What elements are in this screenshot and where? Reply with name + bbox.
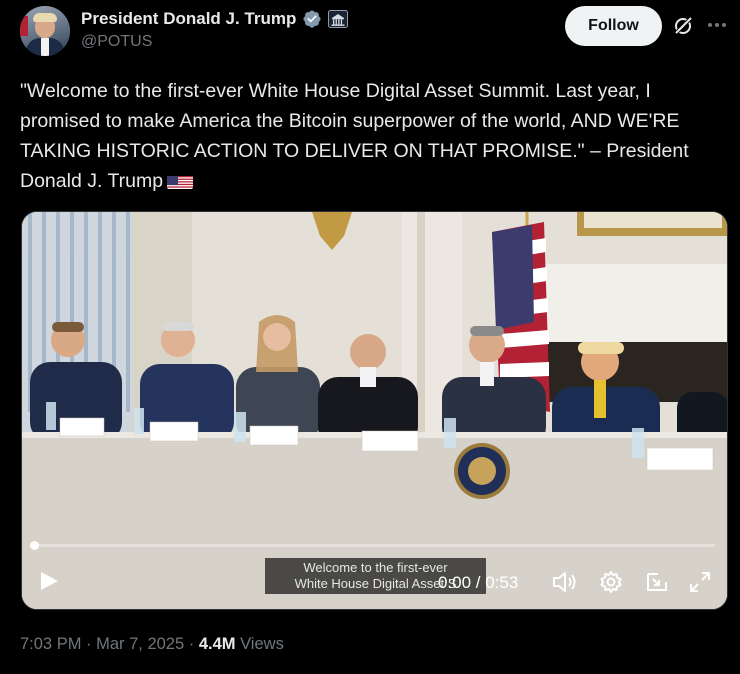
views-label: Views (235, 635, 284, 653)
settings-gear-icon[interactable] (599, 570, 623, 594)
display-name[interactable]: President Donald J. Trump (81, 9, 296, 29)
follow-button[interactable]: Follow (565, 6, 662, 46)
tweet-text-body: "Welcome to the first-ever White House D… (20, 80, 695, 192)
progress-handle[interactable] (30, 541, 39, 550)
fullscreen-icon[interactable] (688, 570, 712, 594)
picture-in-picture-icon[interactable] (645, 570, 669, 594)
timestamp[interactable]: 7:03 PM · Mar 7, 2025 · (20, 635, 199, 653)
tweet-meta: 7:03 PM · Mar 7, 2025 · 4.4M Views (20, 635, 284, 654)
views-count: 4.4M (198, 635, 236, 653)
video-time: 0:00 / 0:53 (438, 573, 519, 592)
grok-icon[interactable] (672, 15, 694, 37)
handle[interactable]: @POTUS (81, 33, 152, 51)
government-affiliation-icon (328, 10, 349, 28)
us-flag-icon (167, 172, 194, 189)
avatar[interactable] (20, 6, 70, 56)
play-icon[interactable] (38, 570, 60, 592)
video-player[interactable]: Welcome to the first-ever White House Di… (21, 211, 728, 610)
more-options-icon[interactable] (706, 12, 728, 36)
progress-bar[interactable] (30, 541, 715, 550)
verified-badge-icon (302, 9, 322, 29)
tweet-text: "Welcome to the first-ever White House D… (20, 76, 725, 196)
tweet-header: President Donald J. Trump @POTUS Follow (0, 0, 740, 64)
volume-icon[interactable] (552, 570, 578, 594)
name-row: President Donald J. Trump (81, 8, 349, 30)
video-frame (22, 212, 727, 609)
